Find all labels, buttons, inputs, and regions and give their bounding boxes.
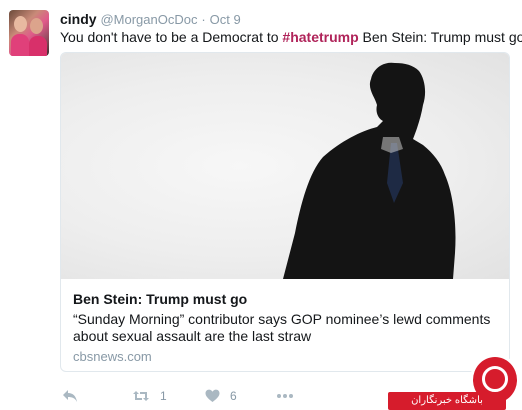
- watermark-banner: باشگاه خبرنگاران: [388, 392, 506, 410]
- reply-button[interactable]: [62, 386, 78, 406]
- tweet: cindy @MorganOcDoc · Oct 9 You don't hav…: [0, 0, 522, 410]
- hashtag-link[interactable]: #hatetrump: [282, 29, 358, 45]
- card-image: [61, 53, 509, 279]
- author-handle[interactable]: @MorganOcDoc: [100, 12, 197, 27]
- tweet-text-before: You don't have to be a Democrat to: [60, 29, 283, 45]
- tweet-text: You don't have to be a Democrat to #hate…: [60, 28, 522, 46]
- tweet-timestamp[interactable]: Oct 9: [210, 12, 241, 27]
- card-domain: cbsnews.com: [73, 349, 152, 364]
- tweet-header: cindy @MorganOcDoc · Oct 9: [60, 10, 241, 29]
- tweet-actions: 1 6: [60, 386, 360, 406]
- like-count: 6: [230, 389, 237, 403]
- tweet-text-after: Ben Stein: Trump must go: [358, 29, 522, 45]
- separator-dot: ·: [201, 12, 206, 27]
- heart-icon: [205, 389, 220, 403]
- more-button[interactable]: [276, 386, 294, 406]
- author-name[interactable]: cindy: [60, 11, 97, 27]
- reply-icon: [62, 389, 78, 403]
- retweet-icon: [132, 389, 150, 403]
- avatar[interactable]: [9, 10, 49, 56]
- retweet-button[interactable]: 1: [132, 386, 167, 406]
- retweet-count: 1: [160, 389, 167, 403]
- card-description: “Sunday Morning” contributor says GOP no…: [73, 311, 491, 344]
- card-title: Ben Stein: Trump must go: [73, 291, 248, 307]
- more-icon: [276, 393, 294, 399]
- like-button[interactable]: 6: [205, 386, 237, 406]
- link-card[interactable]: Ben Stein: Trump must go “Sunday Morning…: [60, 52, 510, 372]
